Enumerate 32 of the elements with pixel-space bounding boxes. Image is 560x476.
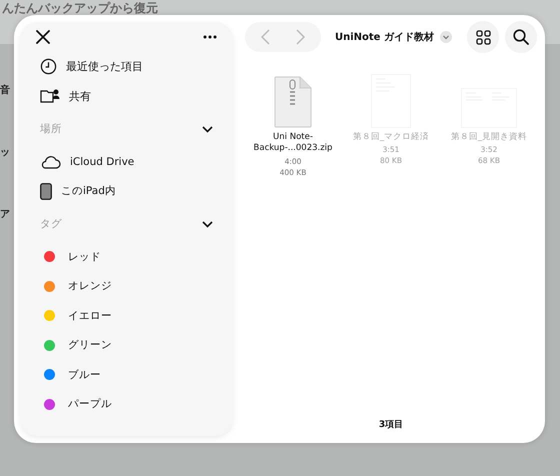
item-count: 3項目 <box>378 419 404 431</box>
background-row-text: ア <box>0 209 10 220</box>
section-title: 場所 <box>40 122 62 136</box>
sidebar-item[interactable]: グリーン <box>68 338 112 352</box>
dropdown-icon[interactable] <box>440 31 452 43</box>
cloud-icon <box>40 154 61 169</box>
close-icon[interactable] <box>34 28 52 46</box>
sidebar-item[interactable]: イエロー <box>68 308 112 323</box>
section-title: タグ <box>40 217 62 231</box>
chevron-icon[interactable] <box>202 220 213 228</box>
background-title: んたんバックアップから復元 <box>2 1 158 15</box>
sidebar-item[interactable]: オレンジ <box>68 279 112 294</box>
sidebar-item[interactable]: ブルー <box>68 368 101 382</box>
clock-icon <box>40 58 57 76</box>
file-name[interactable]: Uni Note- Backup-...0023.zip <box>254 132 332 155</box>
sidebar-item[interactable]: iCloud Drive <box>70 156 134 168</box>
grid-view-button[interactable] <box>467 21 499 53</box>
shared-folder-icon <box>40 88 60 104</box>
more-icon[interactable] <box>201 33 219 41</box>
sidebar-item[interactable]: レッド <box>68 250 101 264</box>
sidebar-item[interactable]: 最近使った項目 <box>66 59 143 74</box>
sidebar-item[interactable]: このiPad内 <box>61 184 116 198</box>
sidebar-item[interactable]: 共有 <box>69 88 91 104</box>
sidebar-item[interactable]: パープル <box>68 397 112 412</box>
background-row-text: ッ <box>0 147 10 158</box>
search-icon <box>513 29 529 45</box>
background-row-text: 音 <box>0 85 10 96</box>
folder-title[interactable]: UniNote ガイド教材 <box>335 30 434 44</box>
grid-icon <box>476 30 490 44</box>
tablet-icon <box>40 182 52 200</box>
search-button[interactable] <box>505 21 537 53</box>
chevron-icon[interactable] <box>202 126 213 132</box>
